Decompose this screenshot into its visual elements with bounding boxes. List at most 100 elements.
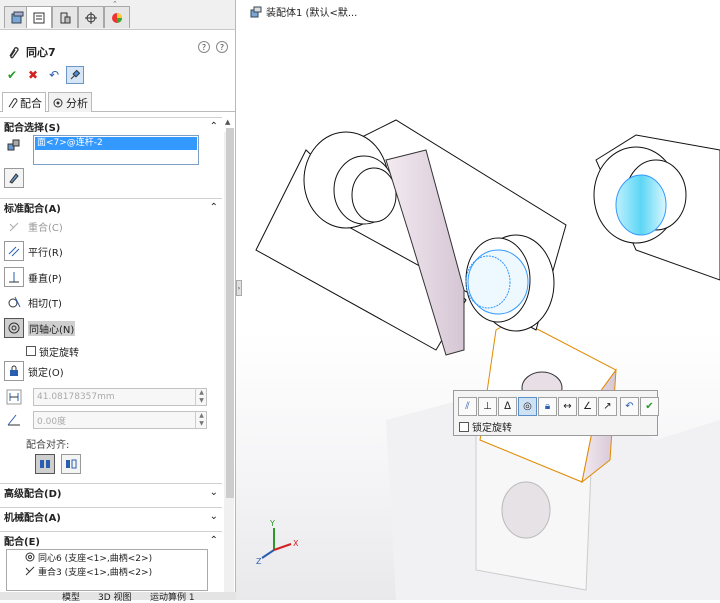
- distance-icon: ↔: [563, 401, 572, 412]
- lock-rotation-checkbox[interactable]: 锁定旋转: [26, 341, 79, 361]
- tab-3d-view[interactable]: 3D 视图: [98, 590, 132, 603]
- close-icon: ✖: [27, 68, 39, 82]
- chevron-up-icon: ⌃: [209, 202, 218, 213]
- undo-button[interactable]: ↶: [45, 66, 63, 84]
- pushpin-button[interactable]: [66, 66, 84, 84]
- manager-tabs-chevron-icon[interactable]: ⌃: [112, 0, 118, 8]
- checkmark-icon: ✔: [645, 401, 654, 412]
- lock-icon: [4, 361, 24, 381]
- property-manager-panel: ⌃ 同心7 ? ? ✔ ✖ ↶ 配合 分析 配合选择(S) ⌃ 面<7>@连杆-…: [0, 0, 236, 600]
- perpendicular-label: 垂直(P): [28, 273, 62, 285]
- mate-selection-header-label: 配合选择(S): [4, 123, 61, 134]
- cancel-button[interactable]: ✖: [24, 66, 42, 84]
- svg-text:Z: Z: [256, 557, 262, 566]
- lock-option[interactable]: 锁定(O): [4, 361, 64, 381]
- dimxpert-tab[interactable]: [78, 6, 104, 28]
- mate-item-label: 重合3 (支座<1>,曲柄<2>): [38, 567, 153, 578]
- angle-value: 0.00度: [37, 416, 67, 427]
- angle-spinner[interactable]: ▲ ▼: [195, 411, 207, 429]
- popup-concentric-button[interactable]: ◎: [518, 397, 537, 416]
- distance-field[interactable]: 41.08178357mm: [33, 388, 207, 406]
- pm-header: 同心7 ? ?: [0, 40, 235, 64]
- parallel-option[interactable]: 平行(R): [4, 241, 63, 261]
- tab-analysis-label: 分析: [66, 96, 88, 110]
- popup-tangent-button[interactable]: ᐃ: [498, 397, 517, 416]
- detailed-help-icon[interactable]: ?: [216, 41, 228, 53]
- list-item[interactable]: 同心6 (支座<1>,曲柄<2>): [7, 550, 207, 564]
- svg-text:Y: Y: [269, 519, 275, 528]
- manager-tabs: ⌃: [0, 0, 235, 30]
- analysis-icon: [53, 98, 63, 107]
- popup-lock-rotation-check[interactable]: [459, 421, 469, 432]
- configuration-manager-tab[interactable]: [52, 6, 78, 28]
- model-graphics: Y X Z: [255, 119, 720, 600]
- popup-flip-button[interactable]: ↗: [598, 397, 617, 416]
- graphics-viewport[interactable]: › 装配体1 (默认<默... Y X Z: [236, 0, 720, 600]
- distance-spinner[interactable]: ▲ ▼: [195, 388, 207, 406]
- popup-distance-button[interactable]: ↔: [558, 397, 577, 416]
- mates-header[interactable]: 配合(E) ⌃: [0, 531, 222, 549]
- selected-face-item[interactable]: 面<7>@连杆-2: [35, 137, 197, 150]
- right-part-hole-face: [615, 174, 667, 236]
- tab-model[interactable]: 模型: [62, 590, 80, 603]
- pushpin-icon: [70, 69, 81, 80]
- list-item[interactable]: 重合3 (支座<1>,曲柄<2>): [7, 564, 207, 578]
- dimxpert-icon: [85, 11, 97, 24]
- popup-ok-button[interactable]: ✔: [640, 397, 659, 416]
- popup-angle-button[interactable]: ∠: [578, 397, 597, 416]
- advanced-mates-header[interactable]: 高级配合(D) ⌄: [0, 483, 222, 501]
- configuration-manager-icon: [60, 12, 71, 23]
- mate-alignment-label: 配合对齐:: [26, 439, 70, 451]
- coincident-icon: [4, 216, 24, 236]
- lock-rotation-label: 锁定旋转: [39, 347, 79, 359]
- standard-mates-header[interactable]: 标准配合(A) ⌃: [0, 198, 222, 216]
- angle-field[interactable]: 0.00度: [33, 411, 207, 429]
- perpendicular-option[interactable]: 垂直(P): [4, 267, 62, 287]
- distance-value: 41.08178357mm: [37, 392, 115, 402]
- popup-lock-rotation[interactable]: 锁定旋转: [459, 419, 512, 434]
- concentric-icon: [4, 318, 24, 338]
- ok-button[interactable]: ✔: [3, 66, 21, 84]
- tab-mates[interactable]: 配合: [2, 92, 46, 112]
- chevron-down-icon: ⌄: [209, 511, 218, 522]
- mates-list[interactable]: 同心6 (支座<1>,曲柄<2>) 重合3 (支座<1>,曲柄<2>): [6, 549, 208, 591]
- tab-motion-study[interactable]: 运动算例 1: [150, 590, 195, 603]
- bottom-tabs: 模型 3D 视图 运动算例 1: [0, 590, 236, 603]
- mate-entities-icon: [6, 138, 22, 157]
- panel-scrollbar-thumb[interactable]: [226, 128, 234, 498]
- parallel-icon: [4, 241, 24, 261]
- mate-item-label: 同心6 (支座<1>,曲柄<2>): [38, 553, 153, 564]
- angle-icon: [4, 410, 24, 430]
- propertymanager-tab[interactable]: [26, 6, 52, 28]
- popup-undo-button[interactable]: ↶: [620, 397, 639, 416]
- paperclip-icon: [8, 97, 18, 108]
- flip-alignment-icon: ↗: [603, 401, 612, 412]
- tab-analysis[interactable]: 分析: [48, 92, 92, 112]
- popup-perpendicular-button[interactable]: ⊥: [478, 397, 497, 416]
- anti-aligned-icon: [66, 459, 77, 469]
- perpendicular-icon: [4, 267, 24, 287]
- scroll-up-icon[interactable]: ▲: [225, 118, 230, 126]
- mate-selection-list[interactable]: 面<7>@连杆-2: [33, 135, 199, 165]
- coincident-option[interactable]: 重合(C): [4, 216, 63, 236]
- coincident-label: 重合(C): [28, 222, 63, 234]
- mate-selection-header[interactable]: 配合选择(S) ⌃: [0, 117, 222, 135]
- lower-plate-hole: [501, 481, 551, 539]
- aligned-button[interactable]: [35, 454, 55, 474]
- multi-mate-button[interactable]: [4, 168, 24, 188]
- display-manager-tab[interactable]: [104, 6, 130, 28]
- anti-aligned-button[interactable]: [61, 454, 81, 474]
- lock-rotation-check[interactable]: [26, 346, 36, 356]
- help-icon[interactable]: ?: [198, 41, 210, 53]
- popup-parallel-button[interactable]: ⫽: [458, 397, 477, 416]
- chevron-down-icon: ⌄: [209, 487, 218, 498]
- svg-text:X: X: [293, 539, 299, 548]
- concentric-option[interactable]: 同轴心(N): [4, 318, 76, 338]
- mechanical-mates-header[interactable]: 机械配合(A) ⌄: [0, 507, 222, 525]
- tangent-icon: [4, 292, 24, 312]
- tangent-option[interactable]: 相切(T): [4, 292, 62, 312]
- checkmark-icon: ✔: [6, 68, 18, 82]
- aligned-icon: [40, 460, 50, 468]
- popup-lock-button[interactable]: 🔒︎: [538, 397, 557, 416]
- lock-icon: 🔒︎: [544, 401, 551, 412]
